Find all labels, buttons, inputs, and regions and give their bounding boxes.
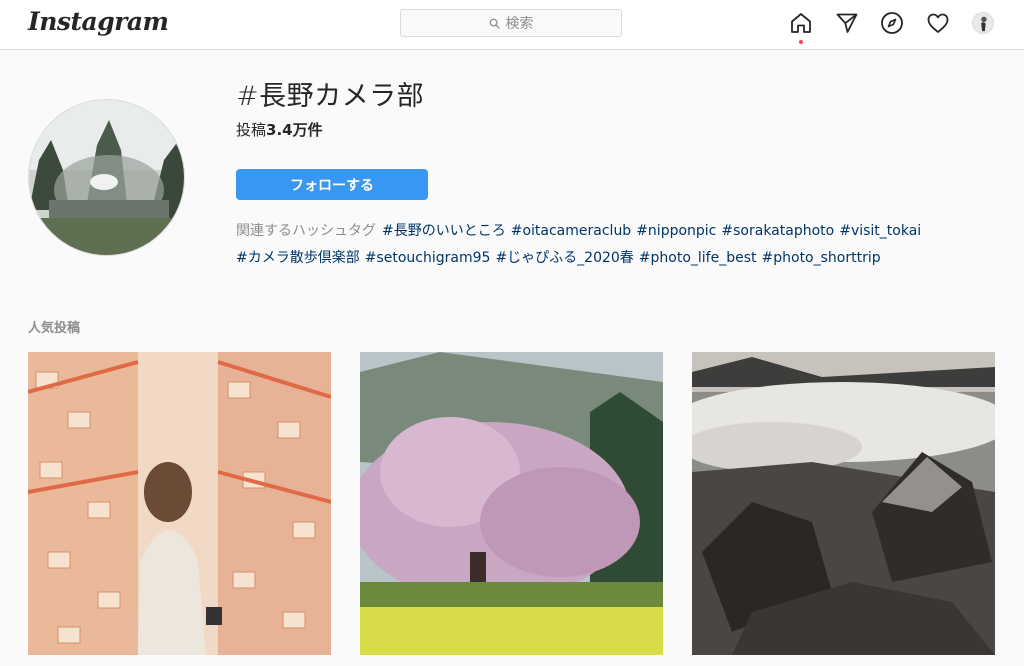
related-hashtags-label: 関連するハッシュタグ: [236, 223, 376, 239]
search-icon: [489, 18, 500, 29]
search-placeholder: 検索: [505, 16, 534, 32]
instagram-logo[interactable]: Instagram: [28, 7, 169, 36]
related-hashtag-link[interactable]: #visit_tokai: [839, 223, 921, 239]
explore-button[interactable]: [879, 10, 905, 36]
follow-button[interactable]: フォローする: [236, 169, 428, 200]
avatar-image: [973, 13, 993, 33]
post-thumbnail-shrine-portrait[interactable]: [28, 352, 331, 655]
related-hashtag-link[interactable]: #カメラ散歩倶楽部: [236, 250, 360, 266]
direct-button[interactable]: [834, 10, 860, 36]
notification-dot: [799, 40, 803, 44]
related-hashtag-link[interactable]: #じゃぴふる_2020春: [495, 250, 633, 266]
related-hashtag-link[interactable]: #photo_life_best: [639, 250, 757, 266]
profile-avatar[interactable]: [972, 12, 994, 34]
explore-icon: [881, 12, 903, 34]
post-count-value: 3.4万件: [266, 121, 323, 139]
related-hashtags: 関連するハッシュタグ #長野のいいところ #oitacameraclub #nippo…: [236, 218, 956, 272]
home-button[interactable]: [788, 10, 814, 44]
top-nav-bar: Instagram 検索: [0, 0, 1024, 50]
related-hashtag-link[interactable]: #photo_shorttrip: [762, 250, 881, 266]
direct-icon: [836, 13, 858, 33]
related-hashtag-link[interactable]: #oitacameraclub: [511, 223, 631, 239]
post-thumbnail-cherry-blossom[interactable]: [360, 352, 663, 655]
search-input[interactable]: 検索: [400, 9, 622, 37]
post-count: 投稿3.4万件: [236, 119, 323, 140]
activity-button[interactable]: [925, 10, 951, 36]
top-posts-label: 人気投稿: [28, 321, 81, 336]
related-hashtag-link[interactable]: #長野のいいところ: [382, 223, 506, 239]
related-hashtag-link[interactable]: #setouchigram95: [365, 250, 491, 266]
post-thumbnail-sea-of-clouds[interactable]: [692, 352, 995, 655]
hashtag-title: #長野カメラ部: [236, 81, 425, 112]
heart-icon: [927, 13, 949, 33]
related-hashtag-link[interactable]: #nipponpic: [636, 223, 716, 239]
related-hashtag-link[interactable]: #sorakataphoto: [721, 223, 834, 239]
post-count-label: 投稿: [236, 121, 267, 139]
hashtag-profile-image: [28, 99, 185, 256]
home-icon: [791, 13, 811, 33]
